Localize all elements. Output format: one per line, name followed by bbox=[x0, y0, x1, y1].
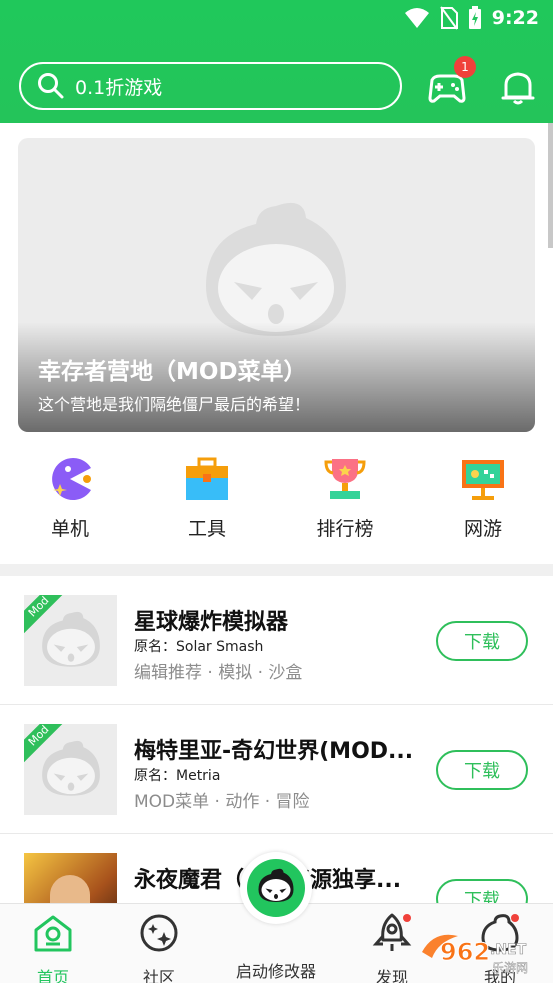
svg-text:962: 962 bbox=[440, 938, 490, 966]
search-icon bbox=[38, 73, 64, 99]
banner-title: 幸存者营地（MOD菜单） bbox=[38, 359, 307, 385]
game-list-item[interactable]: Mod 梅特里亚-奇幻世界(MOD... 原名：Metria MOD菜单 · 动… bbox=[0, 705, 553, 834]
search-bar[interactable]: 0.1折游戏 bbox=[19, 62, 402, 110]
download-button[interactable]: 下载 bbox=[436, 750, 528, 790]
nav-home[interactable]: 首页 bbox=[13, 912, 93, 983]
game-tags: MOD菜单 · 动作 · 冒险 bbox=[134, 792, 310, 812]
game-thumbnail: Mod bbox=[24, 595, 117, 686]
launch-modifier-button[interactable] bbox=[240, 852, 312, 924]
category-label: 排行榜 bbox=[316, 518, 374, 540]
category-row: 单机 工具 排行榜 网游 bbox=[0, 456, 553, 556]
scrollbar[interactable] bbox=[548, 123, 553, 248]
home-icon bbox=[34, 915, 72, 952]
game-name: 星球爆炸模拟器 bbox=[134, 610, 289, 635]
rocket-icon bbox=[372, 913, 412, 951]
trophy-icon bbox=[324, 459, 366, 499]
no-sim-icon bbox=[439, 6, 458, 30]
section-divider bbox=[0, 564, 553, 576]
category-single-player[interactable]: 单机 bbox=[15, 456, 125, 541]
community-icon bbox=[140, 914, 178, 952]
bell-icon bbox=[501, 72, 535, 105]
launcher-button-fill bbox=[247, 859, 305, 917]
nav-community[interactable]: 社区 bbox=[119, 912, 199, 983]
category-label: 单机 bbox=[50, 518, 89, 540]
notification-badge: 1 bbox=[454, 56, 476, 78]
placeholder-mascot-icon bbox=[42, 740, 100, 796]
game-original-name: 原名：Solar Smash bbox=[134, 639, 264, 655]
battery-charging-icon bbox=[468, 6, 481, 29]
category-label: 工具 bbox=[187, 518, 226, 540]
category-tools[interactable]: 工具 bbox=[152, 456, 262, 541]
pacman-icon bbox=[52, 458, 91, 500]
game-thumbnail: Mod bbox=[24, 724, 117, 815]
status-time: 9:22 bbox=[491, 7, 539, 29]
placeholder-mascot-icon bbox=[42, 611, 100, 667]
nav-label: 首页 bbox=[36, 968, 69, 983]
featured-banner[interactable]: 幸存者营地（MOD菜单） 这个营地是我们隔绝僵尸最后的希望！ bbox=[18, 138, 535, 432]
wifi-icon bbox=[404, 8, 429, 28]
category-label: 网游 bbox=[463, 518, 502, 540]
launcher-icon bbox=[258, 868, 294, 902]
banner-subtitle: 这个营地是我们隔绝僵尸最后的希望！ bbox=[38, 395, 311, 414]
game-list-item[interactable]: Mod 星球爆炸模拟器 原名：Solar Smash 编辑推荐 · 模拟 · 沙… bbox=[0, 576, 553, 705]
game-name: 梅特里亚-奇幻世界(MOD... bbox=[134, 739, 414, 764]
notification-button[interactable] bbox=[497, 66, 539, 108]
game-original-name: 原名：Metria bbox=[134, 768, 221, 784]
svg-text:乐游网: 乐游网 bbox=[492, 961, 528, 975]
nav-label: 社区 bbox=[142, 968, 175, 983]
category-online-games[interactable]: 网游 bbox=[428, 456, 538, 541]
nav-launcher-label-wrap[interactable]: 启动修改器 bbox=[226, 952, 326, 982]
monitor-game-icon bbox=[462, 460, 504, 500]
nav-label: 启动修改器 bbox=[235, 962, 316, 981]
category-ranking[interactable]: 排行榜 bbox=[290, 456, 400, 541]
status-bar: 9:22 bbox=[0, 0, 553, 38]
toolbox-icon bbox=[186, 457, 228, 500]
app-header: 9:22 0.1折游戏 1 bbox=[0, 0, 553, 123]
game-tags: 编辑推荐 · 模拟 · 沙盒 bbox=[134, 663, 303, 683]
download-button[interactable]: 下载 bbox=[436, 621, 528, 661]
gamepad-button[interactable]: 1 bbox=[426, 56, 476, 108]
search-placeholder: 0.1折游戏 bbox=[75, 76, 163, 99]
watermark-logo: 962 .NET 乐游网 bbox=[418, 928, 548, 976]
svg-text:.NET: .NET bbox=[490, 942, 527, 958]
